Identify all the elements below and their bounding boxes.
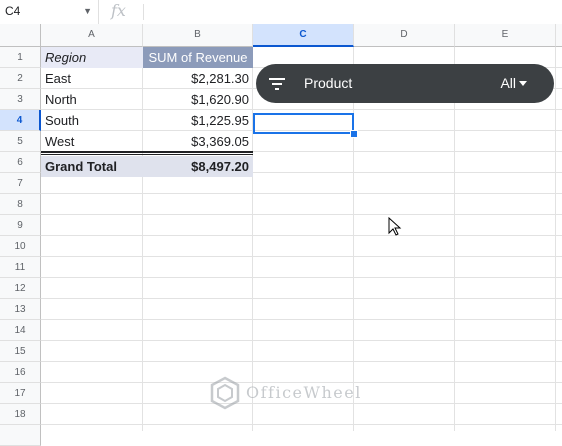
column-header-b[interactable]: B xyxy=(143,24,253,47)
name-box-value[interactable]: C4 xyxy=(5,4,20,18)
fill-handle[interactable] xyxy=(350,130,358,138)
column-header-f[interactable] xyxy=(556,24,562,47)
watermark-text: OfficeWheel xyxy=(246,383,362,402)
fx-icon: fx xyxy=(111,1,126,20)
row-header-18[interactable]: 18 xyxy=(0,404,41,425)
column-header-a[interactable]: A xyxy=(41,24,143,47)
mouse-cursor-icon xyxy=(388,217,402,236)
row-header-4[interactable]: 4 xyxy=(0,110,41,131)
row-header-19[interactable] xyxy=(0,425,41,446)
officewheel-watermark: OfficeWheel xyxy=(210,374,370,412)
total-separator-line xyxy=(41,151,253,153)
row-header-13[interactable]: 13 xyxy=(0,299,41,320)
row-header-1[interactable]: 1 xyxy=(0,47,41,68)
grand-total-label[interactable]: Grand Total xyxy=(41,156,143,177)
grand-total-value[interactable]: $8,497.20 xyxy=(143,156,253,177)
pivot-header-region[interactable]: Region xyxy=(41,47,143,68)
pivot-region-cell[interactable]: West xyxy=(41,131,143,152)
select-all-corner[interactable] xyxy=(0,24,41,47)
pivot-filter-chip[interactable]: Product All xyxy=(256,64,554,103)
name-box[interactable]: C4 ▼ xyxy=(0,0,99,24)
grid-line xyxy=(41,193,562,194)
pivot-header-sum[interactable]: SUM of Revenue xyxy=(143,47,253,68)
grid-line xyxy=(41,235,562,236)
formula-bar: C4 ▼ fx xyxy=(0,0,562,25)
grid-line xyxy=(41,214,562,215)
row-header-9[interactable]: 9 xyxy=(0,215,41,236)
row-header-14[interactable]: 14 xyxy=(0,320,41,341)
chevron-down-icon[interactable]: ▼ xyxy=(83,6,92,16)
officewheel-logo-icon xyxy=(210,376,240,410)
row-header-6[interactable]: 6 xyxy=(0,152,41,173)
grid-line xyxy=(41,277,562,278)
row-header-8[interactable]: 8 xyxy=(0,194,41,215)
grid-line xyxy=(555,47,556,431)
pivot-value-cell[interactable]: $1,620.90 xyxy=(143,89,253,110)
pivot-region-cell[interactable]: North xyxy=(41,89,143,110)
grid-line xyxy=(454,47,455,431)
total-separator-line xyxy=(41,154,253,155)
pivot-value-cell[interactable]: $2,281.30 xyxy=(143,68,253,89)
grid-line xyxy=(41,298,562,299)
filter-value[interactable]: All xyxy=(500,75,516,91)
pivot-value-cell[interactable]: $1,225.95 xyxy=(143,110,253,131)
row-header-10[interactable]: 10 xyxy=(0,236,41,257)
grid-line xyxy=(41,340,562,341)
selected-cell-c4[interactable] xyxy=(253,113,354,134)
row-header-7[interactable]: 7 xyxy=(0,173,41,194)
dropdown-caret-icon[interactable] xyxy=(519,81,527,86)
column-header-c[interactable]: C xyxy=(253,24,354,47)
row-header-17[interactable]: 17 xyxy=(0,383,41,404)
row-header-11[interactable]: 11 xyxy=(0,257,41,278)
formula-separator xyxy=(143,4,144,20)
grid-line xyxy=(41,319,562,320)
row-header-5[interactable]: 5 xyxy=(0,131,41,152)
grid-line xyxy=(41,361,562,362)
column-header-e[interactable]: E xyxy=(455,24,556,47)
row-header-2[interactable]: 2 xyxy=(0,68,41,89)
row-header-3[interactable]: 3 xyxy=(0,89,41,110)
row-header-12[interactable]: 12 xyxy=(0,278,41,299)
pivot-region-cell[interactable]: South xyxy=(41,110,143,131)
column-header-d[interactable]: D xyxy=(354,24,455,47)
grid-line xyxy=(41,424,562,425)
pivot-region-cell[interactable]: East xyxy=(41,68,143,89)
grid-line xyxy=(41,256,562,257)
filter-icon xyxy=(269,78,285,90)
row-header-16[interactable]: 16 xyxy=(0,362,41,383)
filter-label: Product xyxy=(304,75,353,91)
row-header-15[interactable]: 15 xyxy=(0,341,41,362)
pivot-value-cell[interactable]: $3,369.05 xyxy=(143,131,253,152)
